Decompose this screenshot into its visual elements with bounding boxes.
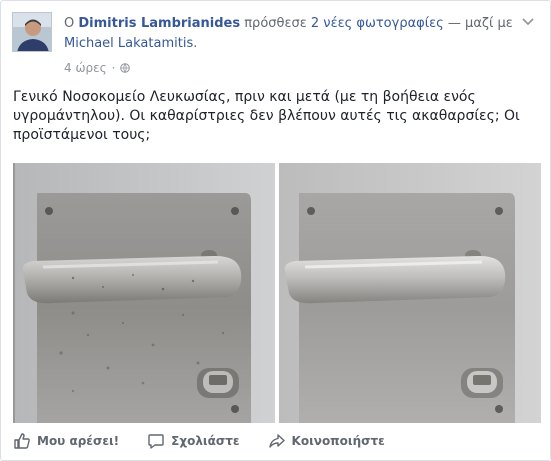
header-prefix: Ο — [64, 16, 75, 31]
share-label: Κοινοποιήστε — [291, 434, 385, 448]
comment-icon — [148, 434, 164, 449]
post-timestamp[interactable]: 4 ώρες — [64, 61, 107, 75]
thumbs-up-icon — [14, 433, 30, 449]
meta-separator: · — [111, 61, 116, 75]
author-avatar[interactable] — [12, 12, 52, 52]
post-actions: Μου αρέσει! Σχολιάστε Κοινοποιήστε — [13, 429, 541, 453]
comment-button[interactable]: Σχολιάστε — [147, 432, 240, 450]
header-verb: πρόσθεσε — [244, 16, 307, 31]
post-meta: 4 ώρες · — [64, 61, 131, 75]
photo-before[interactable] — [13, 163, 275, 423]
like-button[interactable]: Μου αρέσει! — [13, 432, 119, 450]
post-card: Ο Dimitris Lambrianides πρόσθεσε 2 νέες … — [0, 0, 551, 461]
header-with-text: — μαζί με — [447, 16, 513, 31]
photos-count-link[interactable]: 2 νέες φωτογραφίες — [311, 16, 444, 31]
header-period: . — [193, 36, 198, 51]
share-button[interactable]: Κοινοποιήστε — [268, 432, 385, 450]
share-icon — [268, 434, 285, 448]
photo-grid — [13, 163, 541, 423]
tagged-user-link[interactable]: Michael Lakatamitis — [64, 36, 193, 51]
globe-icon[interactable] — [120, 63, 131, 73]
post-options-chevron-icon[interactable] — [520, 13, 536, 29]
photo-after[interactable] — [279, 163, 541, 423]
post-text: Γενικό Νοσοκομείο Λευκωσίας, πριν και με… — [13, 89, 520, 143]
comment-label: Σχολιάστε — [171, 434, 240, 448]
post-header: Ο Dimitris Lambrianides πρόσθεσε 2 νέες … — [64, 14, 534, 54]
author-name-link[interactable]: Dimitris Lambrianides — [78, 16, 240, 31]
like-label: Μου αρέσει! — [37, 434, 120, 448]
